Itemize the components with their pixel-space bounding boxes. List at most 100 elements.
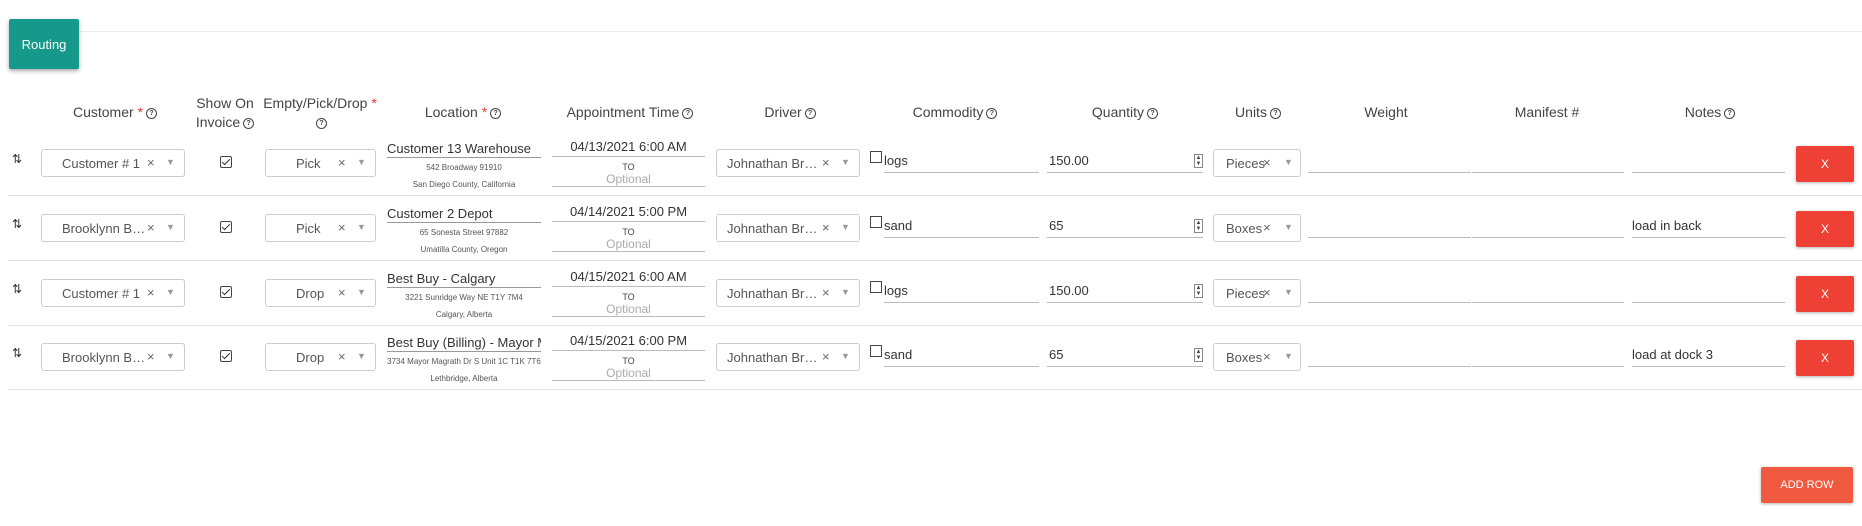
clear-icon[interactable]: × <box>147 220 155 235</box>
quantity-input[interactable]: 150.00 ▲ ▼ <box>1047 278 1203 303</box>
commodity-checkbox[interactable] <box>870 151 882 163</box>
location-name[interactable]: Best Buy - Calgary <box>387 271 541 288</box>
show-on-invoice-checkbox[interactable] <box>220 286 232 298</box>
help-icon[interactable]: ? <box>682 107 694 119</box>
driver-select[interactable]: Johnathan Bra... × ▼ <box>716 279 860 307</box>
chevron-down-icon[interactable]: ▼ <box>841 287 850 297</box>
clear-icon[interactable]: × <box>147 155 155 170</box>
driver-select[interactable]: Johnathan Bra... × ▼ <box>716 214 860 242</box>
appointment-from[interactable]: 04/15/2021 6:00 PM <box>552 333 705 351</box>
stepper-icon[interactable]: ▲ ▼ <box>1194 219 1203 233</box>
help-icon[interactable]: ? <box>804 107 816 119</box>
show-on-invoice-checkbox[interactable] <box>220 221 232 233</box>
notes-input[interactable]: load in back <box>1632 213 1785 238</box>
delete-row-button[interactable]: X <box>1796 146 1854 182</box>
units-select[interactable]: Pieces × ▼ <box>1213 279 1301 307</box>
chevron-down-icon[interactable]: ▼ <box>166 222 175 232</box>
commodity-input[interactable]: sand <box>884 342 1039 367</box>
drag-handle-icon[interactable]: ⇅ <box>12 346 22 360</box>
appointment-to[interactable]: Optional <box>552 172 705 187</box>
commodity-input[interactable]: logs <box>884 278 1039 303</box>
units-select[interactable]: Boxes × ▼ <box>1213 343 1301 371</box>
stepper-icon[interactable]: ▲ ▼ <box>1194 348 1203 362</box>
customer-select[interactable]: Brooklynn Bre... × ▼ <box>41 343 185 371</box>
commodity-input[interactable]: sand <box>884 213 1039 238</box>
delete-row-button[interactable]: X <box>1796 211 1854 247</box>
manifest-input[interactable] <box>1472 342 1624 367</box>
delete-row-button[interactable]: X <box>1796 276 1854 312</box>
quantity-input[interactable]: 150.00 ▲ ▼ <box>1047 148 1203 173</box>
clear-icon[interactable]: × <box>822 220 830 235</box>
clear-icon[interactable]: × <box>147 285 155 300</box>
clear-icon[interactable]: × <box>338 155 346 170</box>
notes-input[interactable]: load at dock 3 <box>1632 342 1785 367</box>
customer-select[interactable]: Customer # 1 × ▼ <box>41 149 185 177</box>
notes-input[interactable] <box>1632 278 1785 303</box>
driver-select[interactable]: Johnathan Bra... × ▼ <box>716 343 860 371</box>
type-select[interactable]: Pick × ▼ <box>265 149 376 177</box>
add-row-button[interactable]: ADD ROW <box>1761 467 1853 503</box>
chevron-down-icon[interactable]: ▼ <box>357 157 366 167</box>
appointment-to[interactable]: Optional <box>552 302 705 317</box>
commodity-checkbox[interactable] <box>870 281 882 293</box>
location-name[interactable]: Best Buy (Billing) - Mayor M <box>387 335 541 352</box>
drag-handle-icon[interactable]: ⇅ <box>12 217 22 231</box>
manifest-input[interactable] <box>1472 148 1624 173</box>
routing-button[interactable]: Routing <box>9 19 79 69</box>
drag-handle-icon[interactable]: ⇅ <box>12 152 22 166</box>
quantity-input[interactable]: 65 ▲ ▼ <box>1047 342 1203 367</box>
drag-handle-icon[interactable]: ⇅ <box>12 282 22 296</box>
help-icon[interactable]: ? <box>1147 107 1159 119</box>
clear-icon[interactable]: × <box>1263 220 1271 235</box>
quantity-input[interactable]: 65 ▲ ▼ <box>1047 213 1203 238</box>
stepper-icon[interactable]: ▲ ▼ <box>1194 154 1203 168</box>
chevron-down-icon[interactable]: ▼ <box>841 157 850 167</box>
show-on-invoice-checkbox[interactable] <box>220 350 232 362</box>
chevron-down-icon[interactable]: ▼ <box>1284 351 1293 361</box>
chevron-down-icon[interactable]: ▼ <box>1284 222 1293 232</box>
clear-icon[interactable]: × <box>338 220 346 235</box>
help-icon[interactable]: ? <box>1724 107 1736 119</box>
clear-icon[interactable]: × <box>822 155 830 170</box>
chevron-down-icon[interactable]: ▼ <box>357 287 366 297</box>
weight-input[interactable] <box>1308 213 1471 238</box>
appointment-to[interactable]: Optional <box>552 366 705 381</box>
chevron-down-icon[interactable]: ▼ <box>166 157 175 167</box>
units-select[interactable]: Boxes × ▼ <box>1213 214 1301 242</box>
help-icon[interactable]: ? <box>243 117 255 129</box>
chevron-down-icon[interactable]: ▼ <box>357 222 366 232</box>
chevron-down-icon[interactable]: ▼ <box>357 351 366 361</box>
help-icon[interactable]: ? <box>986 107 998 119</box>
clear-icon[interactable]: × <box>147 349 155 364</box>
chevron-down-icon[interactable]: ▼ <box>1284 157 1293 167</box>
chevron-down-icon[interactable]: ▼ <box>166 287 175 297</box>
show-on-invoice-checkbox[interactable] <box>220 156 232 168</box>
clear-icon[interactable]: × <box>338 349 346 364</box>
commodity-checkbox[interactable] <box>870 345 882 357</box>
commodity-input[interactable]: logs <box>884 148 1039 173</box>
stepper-icon[interactable]: ▲ ▼ <box>1194 284 1203 298</box>
units-select[interactable]: Pieces × ▼ <box>1213 149 1301 177</box>
appointment-from[interactable]: 04/15/2021 6:00 AM <box>552 269 705 287</box>
type-select[interactable]: Drop × ▼ <box>265 343 376 371</box>
manifest-input[interactable] <box>1472 278 1624 303</box>
location-name[interactable]: Customer 2 Depot <box>387 206 541 223</box>
clear-icon[interactable]: × <box>1263 285 1271 300</box>
help-icon[interactable]: ? <box>1269 107 1281 119</box>
manifest-input[interactable] <box>1472 213 1624 238</box>
help-icon[interactable]: ? <box>490 107 502 119</box>
location-name[interactable]: Customer 13 Warehouse <box>387 141 541 158</box>
type-select[interactable]: Drop × ▼ <box>265 279 376 307</box>
chevron-down-icon[interactable]: ▼ <box>1284 287 1293 297</box>
appointment-from[interactable]: 04/14/2021 5:00 PM <box>552 204 705 222</box>
chevron-down-icon[interactable]: ▼ <box>166 351 175 361</box>
help-icon[interactable]: ? <box>146 107 158 119</box>
clear-icon[interactable]: × <box>338 285 346 300</box>
chevron-down-icon[interactable]: ▼ <box>841 351 850 361</box>
weight-input[interactable] <box>1308 148 1471 173</box>
clear-icon[interactable]: × <box>822 349 830 364</box>
help-icon[interactable]: ? <box>316 117 327 129</box>
appointment-to[interactable]: Optional <box>552 237 705 252</box>
chevron-down-icon[interactable]: ▼ <box>841 222 850 232</box>
driver-select[interactable]: Johnathan Bra... × ▼ <box>716 149 860 177</box>
